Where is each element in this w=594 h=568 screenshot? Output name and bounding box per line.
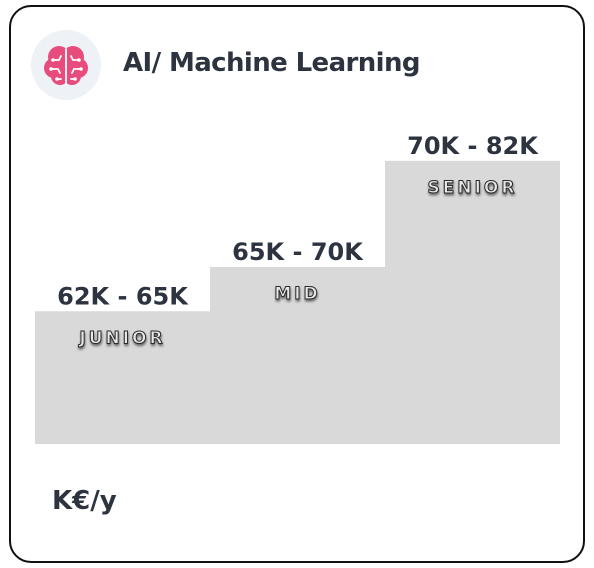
level-label-mid: MID (274, 284, 320, 304)
level-label-junior: JUNIOR (78, 328, 165, 348)
step-bar-senior (385, 160, 560, 445)
range-label-junior: 62K - 65K (57, 282, 189, 310)
range-label-mid: 65K - 70K (232, 238, 364, 266)
range-label-senior: 70K - 82K (407, 132, 539, 160)
salary-step-chart: 62K - 65K JUNIOR 65K - 70K MID 70K - 82K SENI… (35, 132, 560, 445)
level-label-senior: SENIOR (428, 178, 518, 198)
unit-label: K€/y (52, 486, 117, 516)
